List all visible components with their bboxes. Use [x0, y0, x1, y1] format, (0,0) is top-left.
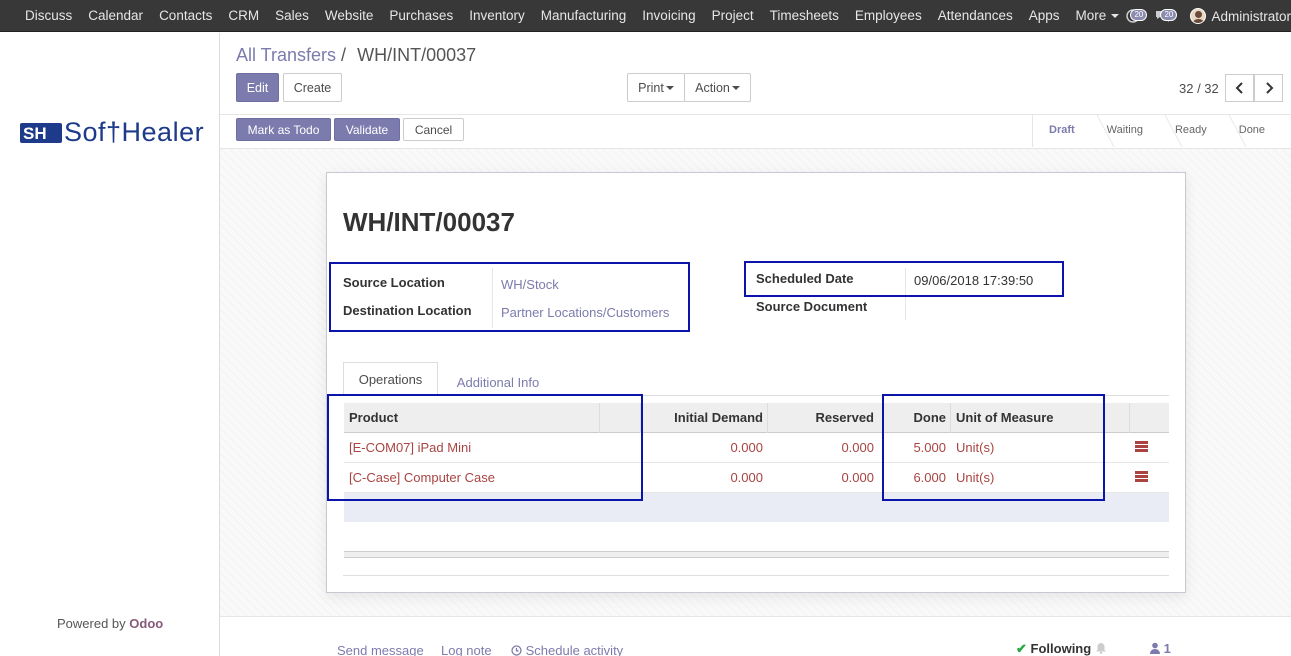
create-button[interactable]: Create — [283, 73, 342, 102]
chatter-divider — [220, 616, 1291, 617]
status-done[interactable]: Done — [1223, 114, 1281, 147]
highlight-scheduled-date-box — [744, 261, 1064, 297]
caret-down-icon — [665, 85, 674, 90]
print-label: Print — [638, 80, 664, 95]
user-avatar[interactable] — [1190, 8, 1207, 24]
message-count-badge: 20 — [1160, 9, 1178, 21]
menu-contacts[interactable]: Contacts — [151, 0, 220, 32]
powered-by: Powered by Odoo — [57, 616, 163, 631]
highlight-product-box — [327, 394, 643, 501]
menu-sales[interactable]: Sales — [267, 0, 317, 32]
chevron-left-icon — [1235, 82, 1243, 94]
menu-attendances[interactable]: Attendances — [930, 0, 1021, 32]
record-title: WH/INT/00037 — [343, 207, 515, 237]
print-dropdown[interactable]: Print — [627, 73, 685, 102]
cell-initial-demand: 0.000 — [730, 440, 763, 455]
pager-previous-button[interactable] — [1225, 74, 1254, 102]
edit-button[interactable]: Edit — [236, 73, 279, 102]
check-icon: ✔ — [1016, 641, 1027, 656]
menu-calendar[interactable]: Calendar — [80, 0, 151, 32]
breadcrumb: All Transfers / WH/INT/00037 — [236, 45, 476, 66]
send-message-link[interactable]: Send message — [337, 643, 424, 656]
menu-invoicing[interactable]: Invoicing — [634, 0, 703, 32]
validate-button[interactable]: Validate — [334, 118, 400, 141]
highlight-locations-box — [329, 262, 690, 332]
log-note-link[interactable]: Log note — [441, 643, 492, 656]
logo-text: Sof†Healer — [64, 117, 205, 147]
caret-down-icon — [731, 85, 740, 90]
col-initial-demand[interactable]: Initial Demand — [674, 403, 763, 433]
menu-apps[interactable]: Apps — [1021, 0, 1068, 32]
breadcrumb-current: WH/INT/00037 — [357, 45, 477, 65]
sheet-bottom-divider — [343, 575, 1169, 576]
user-icon — [1150, 642, 1160, 654]
company-logo: SH Sof†Healer — [20, 117, 204, 148]
schedule-activity-label: Schedule activity — [525, 643, 624, 656]
statusbar: Draft Waiting Ready Done — [1032, 114, 1281, 147]
systray: 20 20 Administrator — [1118, 0, 1291, 32]
top-navbar: Discuss Calendar Contacts CRM Sales Webs… — [0, 0, 1291, 32]
following-button[interactable]: ✔ Following — [1016, 641, 1091, 656]
bell-icon[interactable] — [1095, 642, 1107, 654]
powered-prefix: Powered by — [57, 616, 126, 631]
action-label: Action — [695, 80, 730, 95]
following-label: Following — [1030, 641, 1092, 656]
breadcrumb-all-transfers[interactable]: All Transfers — [236, 45, 336, 65]
mark-as-todo-button[interactable]: Mark as Todo — [236, 118, 331, 141]
menu-timesheets[interactable]: Timesheets — [762, 0, 847, 32]
menu-discuss[interactable]: Discuss — [17, 0, 80, 32]
table-footer — [344, 551, 1169, 558]
cancel-button[interactable]: Cancel — [403, 118, 464, 141]
detailed-operations-icon[interactable] — [1135, 471, 1148, 482]
menu-more-label: More — [1075, 7, 1107, 23]
breadcrumb-separator: / — [341, 45, 347, 65]
messages-systray[interactable]: 20 — [1148, 0, 1178, 32]
menu-employees[interactable]: Employees — [847, 0, 930, 32]
activity-systray[interactable]: 20 — [1118, 0, 1148, 32]
source-document-label: Source Document — [756, 299, 868, 314]
column-separator — [1129, 403, 1130, 433]
cell-initial-demand: 0.000 — [730, 470, 763, 485]
chevron-right-icon — [1265, 82, 1273, 94]
status-ready[interactable]: Ready — [1159, 114, 1223, 147]
col-reserved[interactable]: Reserved — [815, 403, 874, 433]
menu-website[interactable]: Website — [317, 0, 382, 32]
menu-inventory[interactable]: Inventory — [461, 0, 533, 32]
user-menu[interactable]: Administrator — [1211, 9, 1291, 24]
highlight-done-uom-box — [882, 394, 1105, 501]
activity-count-badge: 20 — [1130, 9, 1148, 21]
svg-text:SH: SH — [23, 124, 47, 143]
pager-value[interactable]: 32 / 32 — [1179, 81, 1219, 96]
tab-operations[interactable]: Operations — [343, 362, 438, 396]
app-menu: Discuss Calendar Contacts CRM Sales Webs… — [0, 0, 1127, 32]
left-sidebar: SH Sof†Healer Powered by Odoo — [0, 33, 220, 656]
cell-reserved: 0.000 — [841, 440, 874, 455]
pager-next-button[interactable] — [1254, 74, 1283, 102]
odoo-link[interactable]: Odoo — [129, 616, 163, 631]
clock-icon — [511, 645, 522, 656]
status-waiting[interactable]: Waiting — [1091, 114, 1159, 147]
menu-manufacturing[interactable]: Manufacturing — [533, 0, 635, 32]
followers-button[interactable]: 1 — [1150, 641, 1171, 656]
action-dropdown[interactable]: Action — [684, 73, 751, 102]
menu-purchases[interactable]: Purchases — [381, 0, 461, 32]
detailed-operations-icon[interactable] — [1135, 441, 1148, 452]
schedule-activity-link[interactable]: Schedule activity — [511, 643, 623, 656]
status-draft[interactable]: Draft — [1033, 114, 1091, 147]
followers-count: 1 — [1163, 641, 1171, 656]
cell-reserved: 0.000 — [841, 470, 874, 485]
softhealer-logo-icon: SH — [20, 122, 62, 143]
menu-crm[interactable]: CRM — [220, 0, 267, 32]
menu-project[interactable]: Project — [704, 0, 762, 32]
column-separator — [767, 403, 768, 433]
